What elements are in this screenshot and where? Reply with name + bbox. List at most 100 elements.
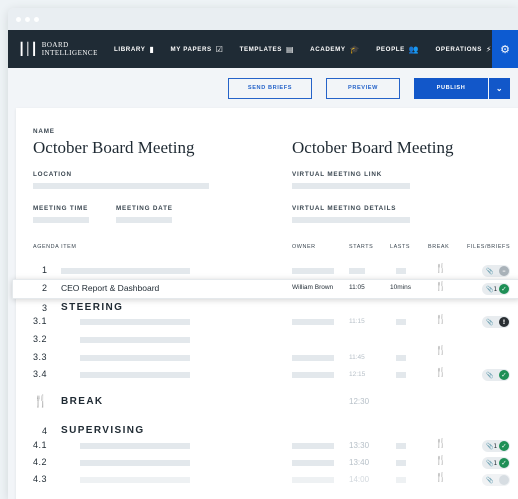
nav-item-my-papers[interactable]: MY PAPERS ☑ [171,45,224,54]
publish-options-button[interactable]: ⌄ [489,77,510,99]
agenda-item-starts[interactable]: 11:05 [349,284,365,291]
template-icon: ▤ [285,44,295,54]
publish-button-group: PUBLISH ⌄ [414,77,510,99]
lasts-placeholder [396,477,406,483]
book-icon: ▮ [149,44,155,54]
action-toolbar: SEND BRIEFS PREVIEW PUBLISH ⌄ [8,68,518,108]
fork-knife-icon[interactable]: 🍴 [435,264,446,274]
agenda-item-number: 1 [42,265,48,275]
virtual-details-field[interactable] [292,217,410,223]
fork-knife-icon: 🍴 [33,394,48,408]
col-header-starts: STARTS [349,244,374,250]
check-circle-icon: ✓ [499,284,509,294]
files-briefs-pill[interactable]: 📎1 ✓ [482,440,510,452]
top-nav: ┃│┃ BOARD INTELLIGENCE LIBRARY ▮ MY PAPE… [8,30,518,68]
window-close-dot[interactable] [16,16,21,22]
section-title-supervising[interactable]: SUPERVISING [61,425,145,436]
window-minimize-dot[interactable] [25,16,30,22]
agenda-item-number: 2 [42,283,48,293]
col-header-owner: OWNER [292,244,316,250]
board-intelligence-logo[interactable]: ┃│┃ BOARD INTELLIGENCE [8,41,108,57]
warning-circle-icon: ! [499,317,509,327]
window-maximize-dot[interactable] [34,16,39,22]
owner-placeholder [292,372,334,378]
preview-button[interactable]: PREVIEW [326,77,400,99]
send-briefs-button[interactable]: SEND BRIEFS [228,77,312,99]
meeting-title-preview: October Board Meeting [292,138,454,157]
agenda-row-3-1[interactable]: 3.1 11:15 🍴 📎 ! [16,314,518,332]
files-briefs-pill[interactable]: 📎 [482,474,510,486]
col-header-files-briefs: FILES/BRIEFS [467,244,511,250]
agenda-item-lasts[interactable]: 10mins [390,284,411,291]
agenda-item-starts: 11:15 [349,318,365,325]
checkbox-icon: ☑ [215,44,224,54]
settings-gear-button[interactable]: ⚙ [492,30,518,68]
agenda-row-2[interactable]: 2 CEO Report & Dashboard William Brown 1… [16,280,518,298]
nav-item-library[interactable]: LIBRARY ▮ [114,45,155,54]
fork-knife-icon[interactable]: 🍴 [435,473,446,483]
agenda-item-owner[interactable]: William Brown [292,284,333,291]
agenda-row-4-1[interactable]: 4.1 13:30 🍴 📎1 ✓ [16,438,518,456]
agenda-item-starts: 14:00 [349,475,370,484]
nav-item-people[interactable]: PEOPLE 👥 [376,45,419,54]
fork-knife-icon[interactable]: 🍴 [435,439,446,449]
location-label: LOCATION [33,171,72,178]
paperclip-icon: 📎 [486,267,494,275]
virtual-link-field[interactable] [292,183,410,189]
files-briefs-pill[interactable]: 📎1 ✓ [482,457,510,469]
meeting-time-label: MEETING TIME [33,205,89,212]
break-starts: 12:30 [349,397,370,406]
publish-button[interactable]: PUBLISH [414,77,488,99]
agenda-row-3-3[interactable]: 3.3 11:45 🍴 [16,346,518,368]
files-briefs-pill[interactable]: 📎 ✓ [482,369,510,381]
owner-placeholder [292,443,334,449]
location-field[interactable] [33,183,209,189]
section-title-steering[interactable]: STEERING [61,302,123,313]
agenda-item-title-placeholder [80,372,190,378]
logo-bars-icon: ┃│┃ [18,42,38,56]
name-label: NAME [33,128,55,135]
agenda-row-4-3[interactable]: 4.3 14:00 🍴 📎 [16,472,518,490]
agenda-item-number: 4.2 [33,457,48,467]
col-header-agenda-item: AGENDA ITEM [33,244,77,250]
agenda-item-number: 3.2 [33,334,48,344]
agenda-row-3-4[interactable]: 3.4 12:15 🍴 📎 ✓ [16,367,518,385]
paperclip-icon: 📎 [486,318,494,326]
window-titlebar [8,8,518,30]
nav-item-operations[interactable]: OPERATIONS ⚡ [435,45,492,54]
nav-item-academy[interactable]: ACADEMY 🎓 [310,45,360,54]
lasts-placeholder [396,268,406,274]
agenda-item-number: 4 [42,426,48,436]
nav-item-templates[interactable]: TEMPLATES ▤ [240,45,295,54]
owner-placeholder [292,477,334,483]
fork-knife-icon[interactable]: 🍴 [435,368,446,378]
agenda-row-break[interactable]: 🍴 BREAK 12:30 [16,393,518,411]
fork-knife-icon[interactable]: 🍴 [435,456,446,466]
files-briefs-pill[interactable]: 📎 ! [482,316,510,328]
agenda-item-title-placeholder [61,268,190,274]
agenda-row-4-2[interactable]: 4.2 13:40 🍴 📎1 ✓ [16,455,518,473]
lasts-placeholder [396,319,406,325]
files-briefs-pill[interactable]: 📎 – [482,265,510,277]
files-count: 1 [493,285,498,293]
agenda-item-title-placeholder [80,355,190,361]
files-briefs-pill[interactable]: 📎1 ✓ [482,283,510,295]
meeting-date-field[interactable] [116,217,172,223]
chevron-down-icon: ⌄ [495,83,504,93]
lasts-placeholder [396,443,406,449]
fork-knife-icon[interactable]: 🍴 [435,346,446,356]
agenda-item-number: 3.3 [33,352,48,362]
owner-placeholder [292,460,334,466]
files-count: 1 [493,442,498,450]
owner-placeholder [292,319,334,325]
owner-placeholder [292,355,334,361]
fork-knife-icon[interactable]: 🍴 [435,282,446,292]
agenda-item-title[interactable]: CEO Report & Dashboard [61,283,159,293]
lasts-placeholder [396,460,406,466]
fork-knife-icon[interactable]: 🍴 [435,315,446,325]
agenda-item-number: 4.1 [33,440,48,450]
meeting-time-field[interactable] [33,217,89,223]
agenda-item-title-placeholder [80,443,190,449]
app-window: ┃│┃ BOARD INTELLIGENCE LIBRARY ▮ MY PAPE… [8,8,518,499]
meeting-title-input[interactable]: October Board Meeting [33,138,194,158]
